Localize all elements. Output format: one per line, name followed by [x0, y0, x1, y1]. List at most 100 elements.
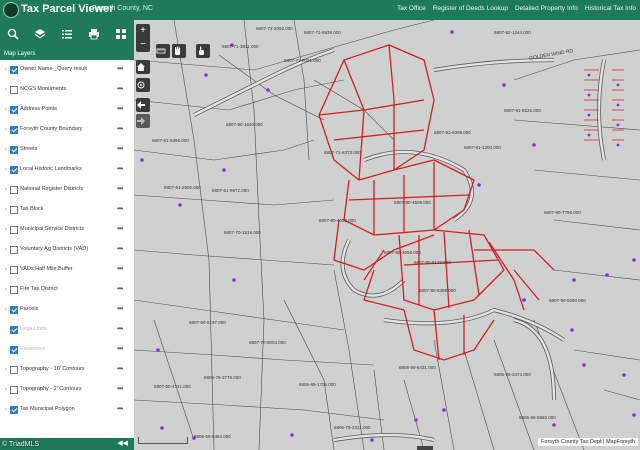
select-button[interactable] — [196, 44, 210, 58]
layer-item[interactable]: Easement ••• — [0, 344, 134, 358]
layer-item[interactable]: › Parcels ••• — [0, 304, 134, 318]
layer-item[interactable]: Lega Lines ••• — [0, 324, 134, 338]
layer-item[interactable]: › Local Historic Landmarks ••• — [0, 164, 134, 178]
forward-button[interactable] — [136, 114, 150, 128]
layer-checkbox[interactable] — [10, 406, 18, 414]
collapse-panel-button[interactable]: ◀◀ — [117, 439, 128, 447]
layer-checkbox[interactable] — [10, 246, 18, 254]
layer-options-icon[interactable]: ••• — [117, 244, 123, 253]
layer-options-icon[interactable]: ••• — [117, 104, 123, 113]
layer-checkbox[interactable] — [10, 66, 18, 74]
expand-arrow-icon[interactable]: › — [5, 227, 7, 233]
layer-item[interactable]: › Topography - 2' Contours ••• — [0, 384, 134, 398]
layer-options-icon[interactable]: ••• — [117, 184, 123, 193]
layer-item[interactable]: › Forsyth County Boundary ••• — [0, 124, 134, 138]
map-canvas[interactable] — [134, 20, 640, 450]
layer-item[interactable]: › Streets ••• — [0, 144, 134, 158]
link-tax-office[interactable]: Tax Office — [397, 5, 426, 12]
layer-options-icon[interactable]: ••• — [117, 364, 123, 373]
layer-checkbox[interactable] — [10, 106, 18, 114]
layer-item[interactable]: › Municipal Service Districts ••• — [0, 224, 134, 238]
address-points[interactable] — [140, 30, 636, 442]
expand-arrow-icon[interactable]: › — [5, 267, 7, 273]
layer-options-icon[interactable]: ••• — [117, 224, 123, 233]
layer-options-icon[interactable]: ••• — [117, 164, 123, 173]
layer-checkbox[interactable] — [10, 146, 18, 154]
link-historical-tax-info[interactable]: Historical Tax Info — [585, 5, 636, 12]
home-button[interactable] — [136, 60, 150, 74]
layer-options-icon[interactable]: ••• — [117, 144, 123, 153]
parcel-label: 6806-89-1706.000 — [299, 382, 336, 387]
layer-checkbox[interactable] — [10, 306, 18, 314]
expand-arrow-icon[interactable]: › — [5, 167, 7, 173]
layer-checkbox[interactable] — [10, 266, 18, 274]
layer-options-icon[interactable]: ••• — [117, 404, 123, 413]
layer-checkbox[interactable] — [10, 86, 18, 94]
layer-checkbox[interactable] — [10, 346, 18, 354]
highlighted-parcels[interactable] — [318, 44, 555, 361]
expand-arrow-icon[interactable]: › — [5, 307, 7, 313]
layer-checkbox[interactable] — [10, 206, 18, 214]
layer-options-icon[interactable]: ••• — [117, 204, 123, 213]
expand-arrow-icon[interactable]: › — [5, 247, 7, 253]
expand-arrow-icon[interactable]: › — [5, 287, 7, 293]
layer-item[interactable]: › VADs Half Mile Buffer ••• — [0, 264, 134, 278]
parcel-label: 6807-81-1203.000 — [464, 145, 501, 150]
layer-options-icon[interactable]: ••• — [117, 64, 123, 73]
layer-options-icon[interactable]: ••• — [117, 344, 123, 353]
list-icon[interactable] — [60, 27, 74, 41]
layer-item[interactable]: › Fire Tax District ••• — [0, 284, 134, 298]
layer-item[interactable]: › Topography - 10' Contours ••• — [0, 364, 134, 378]
expand-arrow-icon[interactable]: › — [5, 187, 7, 193]
layer-checkbox[interactable] — [10, 326, 18, 334]
layer-checkbox[interactable] — [10, 366, 18, 374]
layer-options-icon[interactable]: ••• — [117, 264, 123, 273]
layer-checkbox[interactable] — [10, 126, 18, 134]
expand-arrow-icon[interactable]: › — [5, 387, 7, 393]
layers-icon[interactable] — [33, 27, 47, 41]
layer-item[interactable]: › National Register Districts ••• — [0, 184, 134, 198]
layer-checkbox[interactable] — [10, 386, 18, 394]
attribution-toggle[interactable] — [417, 446, 433, 450]
zoom-in-button[interactable]: + — [136, 24, 150, 38]
layer-item[interactable]: › NCGS Monuments ••• — [0, 84, 134, 98]
search-icon[interactable] — [6, 27, 20, 41]
zoom-out-button[interactable]: − — [136, 38, 150, 52]
layer-options-icon[interactable]: ••• — [117, 124, 123, 133]
layer-options-icon[interactable]: ••• — [117, 84, 123, 93]
parcel-label: 6807-71-8091.000 — [284, 58, 321, 63]
locate-button[interactable] — [136, 78, 150, 92]
layer-checkbox[interactable] — [10, 286, 18, 294]
link-detailed-property-info[interactable]: Detailed Property Info — [515, 5, 578, 12]
layer-checkbox[interactable] — [10, 166, 18, 174]
identify-button[interactable] — [172, 44, 186, 58]
expand-arrow-icon[interactable]: › — [5, 147, 7, 153]
county-seal-icon — [3, 2, 19, 18]
layer-item[interactable]: › Owner Name _Query result ••• — [0, 64, 134, 78]
print-icon[interactable] — [87, 27, 101, 41]
map-view[interactable]: 6807-72-2092.000 6807-71-9939.000 6807-71-… — [134, 20, 640, 450]
link-register-of-deeds[interactable]: Register of Deeds Lookup — [433, 5, 508, 12]
grid-icon[interactable] — [114, 27, 128, 41]
back-button[interactable] — [136, 98, 150, 112]
layer-label: Tax Block — [20, 206, 44, 212]
layer-checkbox[interactable] — [10, 186, 18, 194]
layer-options-icon[interactable]: ••• — [117, 384, 123, 393]
layer-item[interactable]: › Voluntary Ag Districts (VAD) ••• — [0, 244, 134, 258]
expand-arrow-icon[interactable]: › — [5, 207, 7, 213]
layer-options-icon[interactable]: ••• — [117, 324, 123, 333]
layer-options-icon[interactable]: ••• — [117, 284, 123, 293]
layer-options-icon[interactable]: ••• — [117, 304, 123, 313]
expand-arrow-icon[interactable]: › — [5, 407, 7, 413]
measure-button[interactable] — [156, 44, 170, 58]
expand-arrow-icon[interactable]: › — [5, 367, 7, 373]
layer-checkbox[interactable] — [10, 226, 18, 234]
expand-arrow-icon[interactable]: › — [5, 87, 7, 93]
layer-item[interactable]: › Tax Municipal Polygon ••• — [0, 404, 134, 418]
layer-item[interactable]: › Tax Block ••• — [0, 204, 134, 218]
expand-arrow-icon[interactable]: › — [5, 67, 7, 73]
expand-arrow-icon[interactable]: › — [5, 107, 7, 113]
layer-item[interactable]: › Address Points ••• — [0, 104, 134, 118]
header-links: Tax Office Register of Deeds Lookup Deta… — [397, 5, 636, 12]
expand-arrow-icon[interactable]: › — [5, 127, 7, 133]
